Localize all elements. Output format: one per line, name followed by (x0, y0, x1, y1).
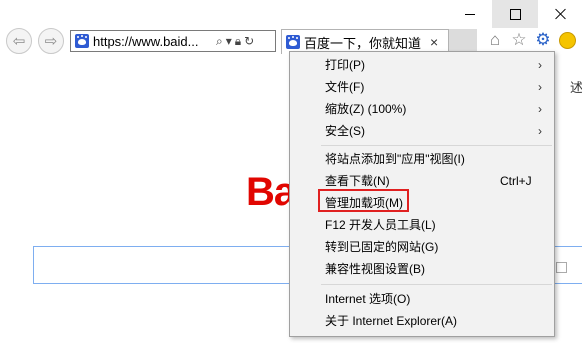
gear-icon[interactable]: ⚙ (533, 30, 553, 50)
home-icon[interactable]: ⌂ (485, 30, 505, 50)
favorites-star-icon[interactable]: ☆ (509, 30, 529, 50)
lock-icon[interactable]: 🔒︎ (235, 34, 241, 49)
submenu-arrow-icon: › (538, 124, 542, 138)
close-icon (555, 8, 567, 20)
dropdown-arrow-icon[interactable]: ▾ (226, 34, 232, 48)
menu-item-compatibility-view[interactable]: 兼容性视图设置(B) (290, 258, 554, 280)
tab-title: 百度一下，你就知道 (304, 35, 422, 51)
tools-menu: 打印(P) › 文件(F) › 缩放(Z) (100%) › 安全(S) › 将… (289, 51, 555, 337)
camera-search-icon[interactable] (556, 262, 567, 273)
refresh-icon[interactable]: ↻ (244, 34, 254, 48)
search-icon[interactable]: ⌕ (216, 34, 223, 49)
menu-item-label: Internet 选项(O) (325, 292, 411, 306)
menu-item-add-site-to-apps[interactable]: 将站点添加到"应用"视图(I) (290, 148, 554, 170)
menu-item-internet-options[interactable]: Internet 选项(O) (290, 288, 554, 310)
menu-item-about-ie[interactable]: 关于 Internet Explorer(A) (290, 310, 554, 332)
menu-separator (321, 145, 552, 146)
arrow-right-icon: ⇨ (44, 33, 58, 50)
submenu-arrow-icon: › (538, 80, 542, 94)
menu-item-safety[interactable]: 安全(S) › (290, 120, 554, 142)
forward-button[interactable]: ⇨ (38, 28, 64, 54)
menu-item-label: 文件(F) (325, 80, 365, 94)
menu-item-shortcut: Ctrl+J (500, 174, 532, 188)
maximize-icon (509, 8, 521, 20)
menu-item-zoom[interactable]: 缩放(Z) (100%) › (290, 98, 554, 120)
minimize-icon (465, 13, 475, 15)
close-button[interactable] (538, 0, 582, 28)
feedback-smiley-icon[interactable] (557, 30, 577, 50)
address-bar[interactable]: https://www.baid... ⌕ ▾ 🔒︎ ↻ (70, 30, 276, 52)
minimize-button[interactable] (447, 0, 493, 28)
menu-item-label: 将站点添加到"应用"视图(I) (325, 152, 465, 166)
arrow-left-icon: ⇦ (12, 33, 26, 50)
menu-item-label: 安全(S) (325, 124, 365, 138)
baidu-tab-favicon-icon (286, 35, 300, 49)
menu-separator (321, 284, 552, 285)
maximize-button[interactable] (492, 0, 538, 28)
baidu-logo: Ba (246, 170, 296, 214)
title-bar (0, 0, 582, 28)
tab-close-icon[interactable]: × (430, 34, 438, 50)
menu-item-file[interactable]: 文件(F) › (290, 76, 554, 98)
baidu-favicon-icon (75, 34, 89, 48)
back-button[interactable]: ⇦ (6, 28, 32, 54)
address-url[interactable]: https://www.baid... (93, 34, 213, 49)
new-tab-button[interactable] (449, 29, 477, 53)
menu-item-label: 关于 Internet Explorer(A) (325, 314, 458, 328)
page-edge-text: 述 (570, 80, 582, 95)
menu-item-label: 缩放(Z) (100%) (325, 102, 407, 116)
menu-item-label: F12 开发人员工具(L) (325, 218, 436, 232)
menu-item-label: 兼容性视图设置(B) (325, 262, 425, 276)
menu-item-label: 转到已固定的网站(G) (325, 240, 439, 254)
menu-item-f12-dev-tools[interactable]: F12 开发人员工具(L) (290, 214, 554, 236)
menu-item-label: 打印(P) (325, 58, 365, 72)
menu-item-pinned-sites[interactable]: 转到已固定的网站(G) (290, 236, 554, 258)
highlight-box (318, 189, 409, 212)
submenu-arrow-icon: › (538, 102, 542, 116)
menu-item-print[interactable]: 打印(P) › (290, 54, 554, 76)
submenu-arrow-icon: › (538, 58, 542, 72)
